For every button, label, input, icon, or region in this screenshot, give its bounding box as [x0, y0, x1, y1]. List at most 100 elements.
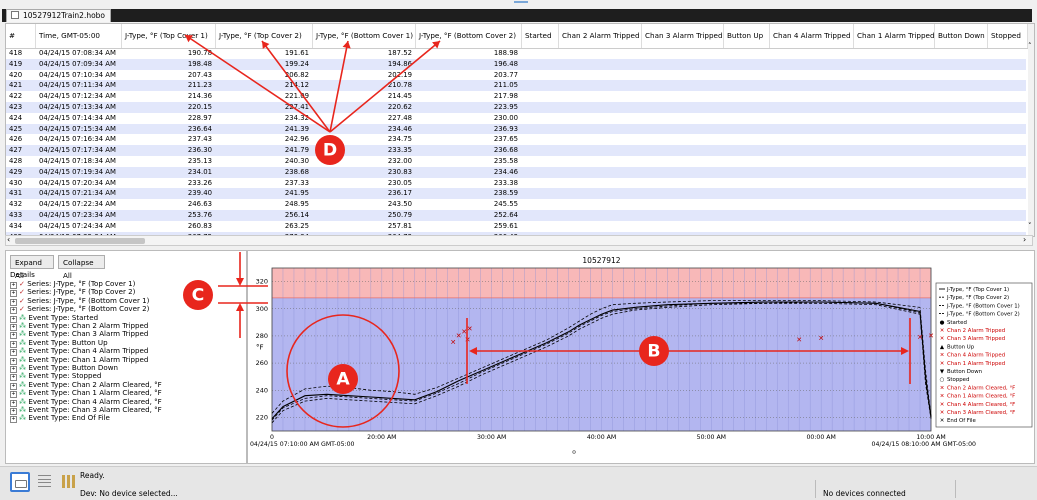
legend-marker: ✕	[940, 394, 945, 400]
legend-label: Chan 4 Alarm Cleared, °F	[947, 402, 1015, 408]
temperature-cell: 252.64	[493, 211, 518, 219]
column-header[interactable]: Chan 3 Alarm Tripped	[642, 24, 724, 48]
temperature-cell: 230.00	[493, 113, 518, 122]
legend-label: Chan 3 Alarm Tripped	[947, 336, 1005, 342]
temperature-cell: 241.39	[284, 124, 309, 133]
temperature-cell: 210.78	[387, 81, 412, 90]
time-cell: 04/24/15 07:14:34 AM	[39, 113, 116, 122]
x-tick-label: 20:00 AM	[367, 434, 396, 441]
temperature-cell: 259.61	[493, 221, 518, 230]
legend-label: Stopped	[947, 377, 969, 383]
column-header[interactable]: Chan 1 Alarm Tripped	[854, 24, 935, 48]
column-header[interactable]: J-Type, °F (Top Cover 1)	[122, 24, 216, 48]
x-tick-label: 00:00 AM	[806, 434, 835, 441]
legend-label: J-Type, °F (Top Cover 2)	[946, 295, 1009, 301]
column-header[interactable]: J-Type, °F (Bottom Cover 2)	[416, 24, 522, 48]
scroll-left-icon[interactable]: ‹	[7, 235, 10, 244]
data-table[interactable]: # Time, GMT-05:00 J-Type, °F (Top Cover 1)…	[5, 23, 1035, 237]
tab-file[interactable]: 10527912Train2.hobo	[6, 9, 111, 22]
table-row[interactable]: 427 04/24/15 07:17:34 AM 236.30 241.79 233.3…	[6, 145, 1026, 156]
time-cell: 04/24/15 07:22:34 AM	[39, 200, 116, 209]
column-header[interactable]: J-Type, °F (Top Cover 2)	[216, 24, 313, 48]
legend-label: Started	[947, 320, 967, 326]
legend-label: Button Up	[947, 344, 975, 350]
column-header[interactable]: Chan 2 Alarm Tripped	[559, 24, 642, 48]
status-divider	[815, 480, 816, 498]
column-header[interactable]: J-Type, °F (Bottom Cover 1)	[313, 24, 416, 48]
temperature-cell: 228.97	[187, 113, 212, 122]
scroll-thumb[interactable]	[15, 238, 145, 244]
table-horizontal-scrollbar[interactable]: ‹ ›	[5, 235, 1033, 246]
plot-chart[interactable]: 220 240 260 280 300 320 °F 10527912 20:00 AM 30:0…	[248, 251, 1034, 463]
column-header[interactable]: #	[6, 24, 36, 48]
drag-handle[interactable]	[514, 1, 528, 3]
temperature-cell: 230.83	[387, 167, 412, 176]
temperature-cell: 250.79	[387, 211, 412, 219]
scroll-right-icon[interactable]: ›	[1023, 235, 1026, 244]
table-row[interactable]: 421 04/24/15 07:11:34 AM 211.23 214.12 210.7…	[6, 80, 1026, 92]
table-row[interactable]: 419 04/24/15 07:09:34 AM 198.48 199.24 194.8…	[6, 58, 1026, 70]
y-tick-label: 320	[256, 278, 268, 286]
temperature-cell: 230.05	[387, 178, 412, 187]
collapse-all-button[interactable]: Collapse All	[58, 255, 105, 280]
tree-item-event[interactable]: + ⁂ Event Type: End Of File	[10, 414, 110, 424]
temperature-cell: 239.40	[187, 189, 212, 198]
axis-handle	[572, 450, 576, 454]
table-row[interactable]: 429 04/24/15 07:19:34 AM 234.01 238.68 230.8…	[6, 166, 1026, 178]
row-index: 429	[9, 167, 23, 176]
column-header[interactable]: Chan 4 Alarm Tripped	[770, 24, 854, 48]
time-cell: 04/24/15 07:16:34 AM	[39, 135, 116, 144]
table-view-icon[interactable]	[35, 472, 55, 492]
temperature-cell: 236.30	[187, 146, 212, 155]
temperature-cell: 232.00	[387, 157, 412, 165]
column-header[interactable]: Started	[522, 24, 559, 48]
legend-marker: ✕	[940, 385, 945, 391]
table-row[interactable]: 428 04/24/15 07:18:34 AM 235.13 240.30 232.0…	[6, 156, 1026, 167]
temperature-cell: 234.46	[493, 167, 518, 176]
columns-view-icon[interactable]	[59, 472, 79, 492]
table-row[interactable]: 422 04/24/15 07:12:34 AM 214.36 221.09 214.4…	[6, 91, 1026, 102]
column-header[interactable]: Stopped	[988, 24, 1028, 48]
column-header[interactable]: Button Down	[935, 24, 988, 48]
table-row[interactable]: 430 04/24/15 07:20:34 AM 233.26 237.33 230.0…	[6, 178, 1026, 189]
column-header[interactable]: Time, GMT-05:00	[36, 24, 122, 48]
temperature-cell: 236.17	[387, 189, 412, 198]
temperature-cell: 220.15	[187, 103, 212, 111]
expand-all-button[interactable]: Expand All	[10, 255, 54, 280]
temperature-cell: 220.62	[387, 103, 412, 111]
table-row[interactable]: 433 04/24/15 07:23:34 AM 253.76 256.14 250.7…	[6, 210, 1026, 221]
table-row[interactable]: 418 04/24/15 07:08:34 AM 190.78 191.61 187.5…	[6, 48, 1026, 59]
table-row[interactable]: 423 04/24/15 07:13:34 AM 220.15 227.41 220.6…	[6, 102, 1026, 113]
scroll-up-icon[interactable]: ˄	[1028, 42, 1032, 50]
legend-marker: ●	[940, 320, 945, 326]
temperature-cell: 263.25	[284, 221, 309, 230]
y-tick-label: 280	[256, 332, 268, 340]
status-ready: Ready.	[80, 471, 105, 480]
table-vertical-scrollbar[interactable]: ˄ ˅	[1028, 24, 1034, 236]
table-row[interactable]: 424 04/24/15 07:14:34 AM 228.97 234.32 227.4…	[6, 113, 1026, 124]
scroll-down-icon[interactable]: ˅	[1028, 222, 1032, 230]
tab-strip	[2, 9, 1032, 22]
event-marker: ✕	[917, 333, 923, 341]
legend-label: J-Type, °F (Top Cover 1)	[946, 287, 1009, 293]
table-row[interactable]: 420 04/24/15 07:10:34 AM 207.43 206.82 202.1…	[6, 70, 1026, 81]
row-index: 426	[9, 135, 23, 144]
event-marker: ✕	[450, 339, 456, 347]
table-row[interactable]: 431 04/24/15 07:21:34 AM 239.40 241.95 236.1…	[6, 188, 1026, 200]
temperature-cell: 260.83	[187, 221, 212, 230]
row-index: 422	[9, 92, 23, 101]
legend-label: Button Down	[947, 369, 982, 375]
table-row[interactable]: 432 04/24/15 07:22:34 AM 246.63 248.95 243.5…	[6, 199, 1026, 210]
table-row[interactable]: 434 04/24/15 07:24:34 AM 260.83 263.25 257.8…	[6, 221, 1026, 232]
temperature-cell: 236.93	[493, 124, 518, 133]
x-tick-label: 40:00 AM	[587, 434, 616, 441]
expand-icon[interactable]: +	[10, 416, 17, 424]
details-view-icon[interactable]	[10, 472, 30, 492]
column-header[interactable]: Button Up	[724, 24, 770, 48]
temperature-cell: 257.81	[387, 221, 412, 230]
table-row[interactable]: 426 04/24/15 07:16:34 AM 237.43 242.96 234.7…	[6, 134, 1026, 145]
time-cell: 04/24/15 07:20:34 AM	[39, 178, 116, 187]
table-row[interactable]: 425 04/24/15 07:15:34 AM 236.64 241.39 234.4…	[6, 123, 1026, 135]
temperature-cell: 233.35	[387, 146, 412, 155]
y-axis-label: °F	[256, 344, 264, 352]
